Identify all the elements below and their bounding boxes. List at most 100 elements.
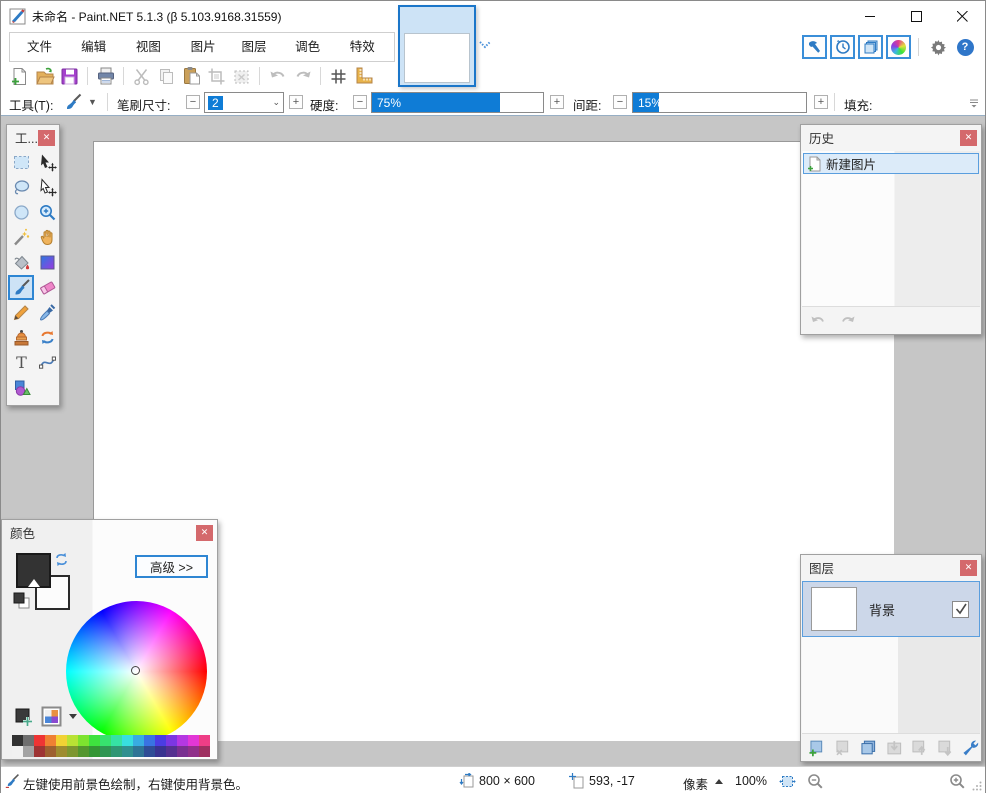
palette-swatch[interactable] xyxy=(144,746,155,757)
brush-size-combo[interactable]: 2 ⌄ xyxy=(204,92,284,113)
menu-layers[interactable]: 图层(L) xyxy=(230,34,284,60)
deselect-button[interactable] xyxy=(230,65,253,88)
palette-swatch[interactable] xyxy=(56,746,67,757)
history-panel-close-button[interactable]: ✕ xyxy=(960,130,977,146)
palette-swatch[interactable] xyxy=(100,746,111,757)
hardness-slider[interactable]: 75% xyxy=(371,92,544,113)
tools-panel-titlebar[interactable]: 工... ✕ xyxy=(7,125,59,150)
palette-swatch[interactable] xyxy=(166,746,177,757)
palette-swatch[interactable] xyxy=(188,735,199,746)
palette-swatch[interactable] xyxy=(45,746,56,757)
brush-size-decrement[interactable]: − xyxy=(186,95,200,109)
hardness-increment[interactable]: + xyxy=(550,95,564,109)
palette-swatch[interactable] xyxy=(133,746,144,757)
tool-gradient[interactable] xyxy=(34,250,60,275)
flyout-chevron-icon[interactable] xyxy=(478,39,492,53)
help-button[interactable]: ? xyxy=(953,35,977,59)
colors-panel-toggle[interactable] xyxy=(886,35,911,59)
tools-panel-toggle[interactable] xyxy=(802,35,827,59)
brush-size-increment[interactable]: + xyxy=(289,95,303,109)
palette-swatch[interactable] xyxy=(78,746,89,757)
add-color-icon[interactable] xyxy=(14,707,34,727)
color-wheel-selector[interactable] xyxy=(131,666,140,675)
menu-adjustments[interactable]: 调色(A) xyxy=(284,34,339,60)
palette-swatch[interactable] xyxy=(122,735,133,746)
palette-swatch[interactable] xyxy=(100,735,111,746)
tool-dropdown[interactable]: ▼ xyxy=(63,92,97,112)
layer-properties-button[interactable] xyxy=(961,738,980,757)
hardness-decrement[interactable]: − xyxy=(353,95,367,109)
tools-panel-close-button[interactable]: ✕ xyxy=(38,130,55,146)
zoom-out-icon[interactable] xyxy=(807,773,824,790)
menu-effects[interactable]: 特效(C) xyxy=(339,34,394,60)
spacing-decrement[interactable]: − xyxy=(613,95,627,109)
unit-dropdown-caret[interactable] xyxy=(715,779,723,784)
palette-dropdown-caret[interactable] xyxy=(69,714,77,719)
spacing-increment[interactable]: + xyxy=(814,95,828,109)
tool-pencil[interactable] xyxy=(8,300,34,325)
colors-panel-titlebar[interactable]: 颜色 ✕ xyxy=(2,520,217,545)
delete-layer-button[interactable] xyxy=(834,738,853,757)
tool-text[interactable]: T xyxy=(8,350,34,375)
history-panel-titlebar[interactable]: 历史 ✕ xyxy=(801,125,981,150)
unit-selector[interactable]: 像素 xyxy=(683,774,708,793)
zoom-in-icon[interactable] xyxy=(949,773,966,790)
palette-swatch[interactable] xyxy=(23,746,34,757)
copy-button[interactable] xyxy=(155,65,178,88)
palette-swatch[interactable] xyxy=(111,735,122,746)
tool-lasso-select[interactable] xyxy=(8,175,34,200)
advanced-toggle-button[interactable]: 高级 >> xyxy=(135,555,208,578)
palette-swatch[interactable] xyxy=(155,746,166,757)
palette-swatch[interactable] xyxy=(155,735,166,746)
tool-shapes[interactable] xyxy=(8,375,34,400)
save-button[interactable] xyxy=(58,65,81,88)
duplicate-layer-button[interactable] xyxy=(859,738,878,757)
palette-swatch[interactable] xyxy=(67,746,78,757)
swap-colors-icon[interactable] xyxy=(54,552,69,567)
palette-swatch[interactable] xyxy=(23,735,34,746)
palette-swatch[interactable] xyxy=(188,746,199,757)
print-button[interactable] xyxy=(94,65,117,88)
menu-image[interactable]: 图片(I) xyxy=(180,34,231,60)
palette-swatch[interactable] xyxy=(12,735,23,746)
menu-view[interactable]: 视图(V) xyxy=(125,34,180,60)
history-item[interactable]: 新建图片 xyxy=(803,153,979,174)
palette-icon[interactable] xyxy=(41,706,62,727)
palette-swatch[interactable] xyxy=(177,746,188,757)
palette-swatch[interactable] xyxy=(133,735,144,746)
tool-magic-wand[interactable] xyxy=(8,225,34,250)
palette-swatch[interactable] xyxy=(89,735,100,746)
add-layer-button[interactable] xyxy=(808,738,827,757)
grid-toggle-button[interactable] xyxy=(327,65,350,88)
palette-swatch[interactable] xyxy=(89,746,100,757)
reset-colors-icon[interactable] xyxy=(12,591,32,611)
new-button[interactable] xyxy=(8,65,31,88)
palette-swatch[interactable] xyxy=(199,746,210,757)
move-layer-down-button[interactable] xyxy=(936,738,955,757)
palette-swatch[interactable] xyxy=(34,735,45,746)
tool-eraser[interactable] xyxy=(34,275,60,300)
undo-icon[interactable] xyxy=(810,313,828,328)
primary-color-swatch[interactable] xyxy=(16,553,51,588)
palette-swatch[interactable] xyxy=(166,735,177,746)
minimize-button[interactable] xyxy=(847,1,893,31)
palette-swatch[interactable] xyxy=(56,735,67,746)
settings-button[interactable] xyxy=(926,35,950,59)
layers-panel-toggle[interactable] xyxy=(858,35,883,59)
palette-swatch[interactable] xyxy=(122,746,133,757)
tool-color-picker[interactable] xyxy=(34,300,60,325)
palette-swatch[interactable] xyxy=(34,746,45,757)
tool-recolor[interactable] xyxy=(34,325,60,350)
menu-file[interactable]: 文件(F) xyxy=(16,34,70,60)
close-button[interactable] xyxy=(939,1,985,31)
layer-visibility-checkbox[interactable] xyxy=(952,601,969,618)
colors-panel-close-button[interactable]: ✕ xyxy=(196,525,213,541)
merge-layer-down-button[interactable] xyxy=(885,738,904,757)
tool-paintbrush[interactable] xyxy=(8,275,34,300)
tool-move-selected-pixels[interactable] xyxy=(34,150,60,175)
open-button[interactable] xyxy=(33,65,56,88)
palette-swatch[interactable] xyxy=(67,735,78,746)
layers-panel-close-button[interactable]: ✕ xyxy=(960,560,977,576)
layer-row[interactable]: 背景 xyxy=(802,581,980,637)
palette-swatch[interactable] xyxy=(78,735,89,746)
